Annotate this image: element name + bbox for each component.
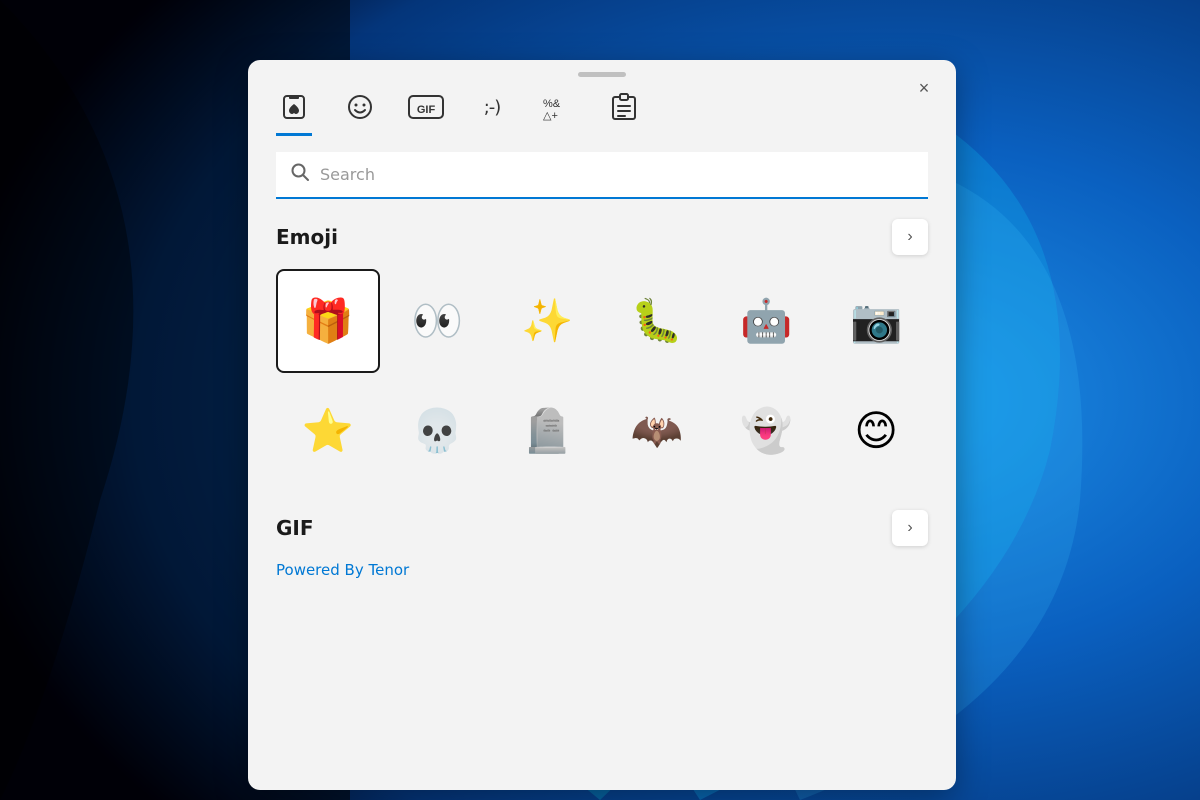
emoji-cell-gift[interactable]: 🎁 bbox=[276, 269, 380, 373]
search-input[interactable] bbox=[320, 165, 914, 184]
tab-emoji[interactable] bbox=[342, 89, 378, 136]
emoji-cell-star[interactable]: ⭐ bbox=[276, 379, 380, 483]
close-button[interactable]: × bbox=[910, 74, 938, 102]
tab-gif-icon: GIF bbox=[408, 89, 444, 125]
tab-kaomoji-icon: ;-) bbox=[474, 89, 510, 125]
powered-by-tenor[interactable]: Powered By Tenor bbox=[276, 561, 409, 579]
search-container bbox=[248, 136, 956, 199]
gif-section: GIF › Powered By Tenor bbox=[276, 510, 928, 579]
tab-favorites[interactable] bbox=[276, 89, 312, 136]
gif-section-header: GIF › bbox=[276, 510, 928, 546]
emoji-cell-bat[interactable]: 🦇 bbox=[605, 379, 709, 483]
emoji-section-title: Emoji bbox=[276, 225, 338, 249]
svg-text:GIF: GIF bbox=[417, 104, 436, 116]
emoji-grid: 🎁👀✨🐛🤖📷 ⭐💀🪦🦇👻😊 bbox=[276, 269, 928, 482]
tab-gif[interactable]: GIF bbox=[408, 89, 444, 136]
gif-section-arrow-button[interactable]: › bbox=[892, 510, 928, 546]
tab-clipboard[interactable] bbox=[606, 89, 642, 136]
emoji-section-header: Emoji › bbox=[276, 219, 928, 255]
emoji-cell-smiling-face[interactable]: 😊 bbox=[824, 379, 928, 483]
emoji-picker-panel: × bbox=[248, 60, 956, 790]
tab-kaomoji[interactable]: ;-) bbox=[474, 89, 510, 136]
tabs-bar: GIF ;-) %& △+ bbox=[248, 81, 956, 136]
drag-handle-bar bbox=[248, 60, 956, 81]
svg-text:△+: △+ bbox=[543, 110, 558, 121]
emoji-section-arrow-button[interactable]: › bbox=[892, 219, 928, 255]
emoji-cell-eyes[interactable]: 👀 bbox=[386, 269, 490, 373]
emoji-cell-robot[interactable]: 🤖 bbox=[715, 269, 819, 373]
svg-text:%&: %& bbox=[543, 98, 561, 110]
gif-section-title: GIF bbox=[276, 516, 314, 540]
tab-symbols-icon: %& △+ bbox=[540, 89, 576, 125]
emoji-cell-ghost[interactable]: 👻 bbox=[715, 379, 819, 483]
tab-emoji-icon bbox=[342, 89, 378, 125]
drag-handle bbox=[578, 72, 626, 77]
tab-symbols[interactable]: %& △+ bbox=[540, 89, 576, 136]
tab-favorites-icon bbox=[276, 89, 312, 125]
emoji-cell-camera-with-flash[interactable]: 📷 bbox=[824, 269, 928, 373]
search-icon bbox=[290, 162, 310, 187]
emoji-cell-sparkles[interactable]: ✨ bbox=[495, 269, 599, 373]
tab-clipboard-icon bbox=[606, 89, 642, 125]
emoji-cell-caterpillar[interactable]: 🐛 bbox=[605, 269, 709, 373]
emoji-cell-headstone[interactable]: 🪦 bbox=[495, 379, 599, 483]
content-area: Emoji › 🎁👀✨🐛🤖📷 ⭐💀🪦🦇👻😊 GIF › Powered By Te… bbox=[248, 199, 956, 790]
emoji-cell-skull[interactable]: 💀 bbox=[386, 379, 490, 483]
search-box bbox=[276, 152, 928, 199]
